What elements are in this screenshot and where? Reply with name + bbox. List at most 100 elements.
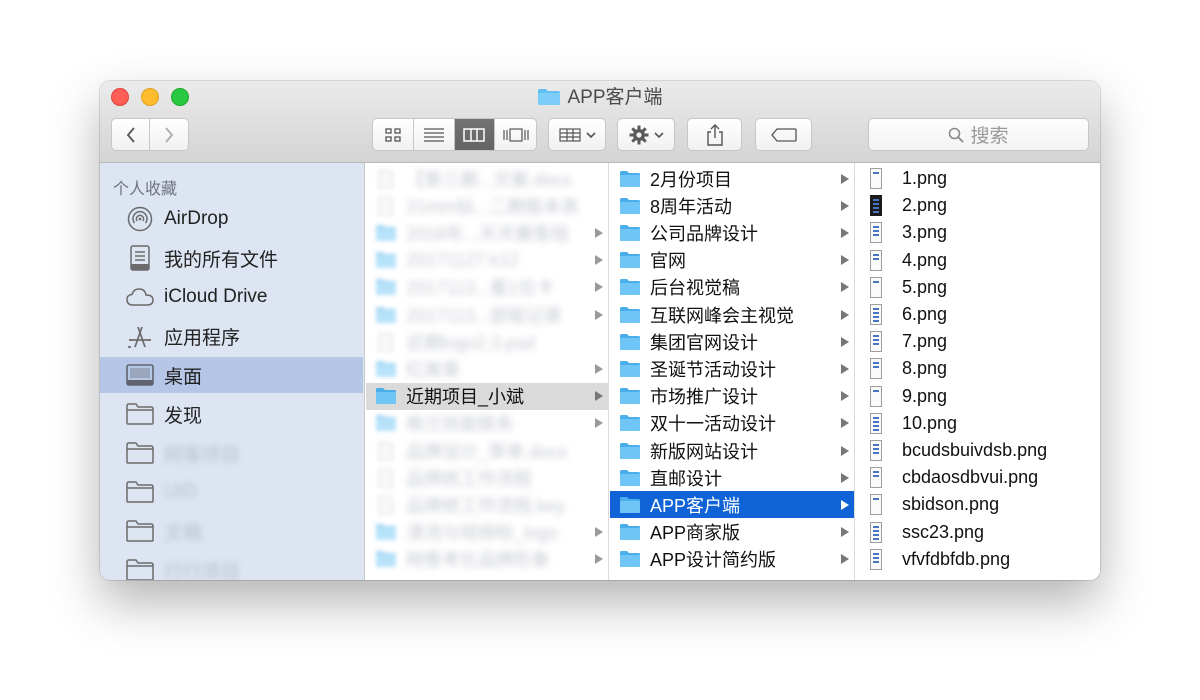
sidebar-item-discover[interactable]: 发现	[100, 396, 363, 432]
sidebar-item-folder[interactable]: 行行项目	[100, 552, 363, 580]
file-row[interactable]: 6.png	[856, 301, 1100, 328]
folder-row[interactable]: 圣诞节活动设计	[610, 355, 854, 382]
forward-button[interactable]	[150, 119, 188, 150]
file-row[interactable]: 品牌设计_草单.docx	[366, 437, 608, 464]
folder-row[interactable]: 官网	[610, 247, 854, 274]
file-row[interactable]: 2017113...看1位卡	[366, 274, 608, 301]
sidebar-item-desktop[interactable]: 桌面	[100, 357, 363, 393]
folder-row[interactable]: 市场推广设计	[610, 383, 854, 410]
file-row[interactable]: 9.png	[856, 383, 1100, 410]
disclosure-arrow-icon	[841, 499, 849, 510]
folder-row[interactable]: APP设计简约版	[610, 546, 854, 573]
folder-icon	[619, 196, 641, 216]
file-row[interactable]: 3.png	[856, 219, 1100, 246]
sidebar-item-folder[interactable]: UID	[100, 474, 363, 510]
item-label: 3.png	[902, 222, 948, 243]
chevron-down-icon	[585, 131, 596, 138]
folder-row[interactable]: 后台视觉稿	[610, 274, 854, 301]
file-row[interactable]: 1.png	[856, 165, 1100, 192]
arrange-button[interactable]	[548, 118, 606, 151]
folder-row[interactable]: APP商家版	[610, 519, 854, 546]
file-row[interactable]: 4.png	[856, 247, 1100, 274]
item-label: 公司品牌设计	[650, 223, 758, 244]
file-row[interactable]: 2.png	[856, 192, 1100, 219]
item-label: 官网	[650, 251, 686, 272]
file-row[interactable]: cbdaosdbvui.png	[856, 464, 1100, 491]
folder-icon	[619, 250, 641, 270]
file-row[interactable]: 2016年...天天搬客组	[366, 219, 608, 246]
item-label: sbidson.png	[902, 494, 1000, 515]
cover-flow-view-button[interactable]	[495, 119, 536, 150]
file-row[interactable]: 格兰技能联系	[366, 410, 608, 437]
png-file-icon	[870, 467, 882, 489]
file-row[interactable]: vfvfdbfdb.png	[856, 546, 1100, 573]
sidebar-item-all-files[interactable]: 我的所有文件	[100, 240, 363, 276]
folder-icon	[537, 88, 561, 114]
file-row[interactable]: 8.png	[856, 355, 1100, 382]
folder-row[interactable]: 新版网站设计	[610, 437, 854, 464]
sidebar-item-icloud-drive[interactable]: iCloud Drive	[100, 279, 363, 315]
folder-icon	[619, 169, 641, 189]
folder-icon	[375, 386, 397, 406]
item-label: APP商家版	[650, 523, 741, 544]
file-row[interactable]: 近期logo2.3.psd	[366, 328, 608, 355]
file-row[interactable]: 7.png	[856, 328, 1100, 355]
folder-row[interactable]: APP客户端	[610, 491, 854, 519]
sidebar-item-folder[interactable]: 网客项目	[100, 435, 363, 471]
item-label: 后台视觉稿	[650, 278, 740, 299]
file-row[interactable]: 10.png	[856, 410, 1100, 437]
sidebar-item-applications[interactable]: 应用程序	[100, 318, 363, 354]
cloud-icon	[126, 283, 154, 311]
file-row[interactable]: 红离章	[366, 355, 608, 382]
png-file-icon	[870, 304, 882, 325]
sidebar-item-folder[interactable]: 文稿	[100, 513, 363, 549]
share-icon	[706, 123, 723, 146]
file-row[interactable]: 2017113...部版记录	[366, 301, 608, 328]
item-label: 4.png	[902, 249, 948, 270]
action-button[interactable]	[617, 118, 675, 151]
back-button[interactable]	[112, 119, 150, 150]
icon-view-button[interactable]	[373, 119, 414, 150]
folder-row[interactable]: 互联网峰会主视觉	[610, 301, 854, 328]
file-row[interactable]: 【第三期...文案.docx	[366, 165, 608, 192]
item-label: bcudsbuivdsb.png	[902, 440, 1048, 460]
item-label: 市场推广设计	[650, 387, 758, 408]
folder-row[interactable]: 2月份项目	[610, 165, 854, 192]
file-row[interactable]: 漂流与视频标_logo	[366, 519, 608, 546]
item-label: 漂流与视频标_logo	[406, 523, 559, 544]
png-file-icon	[870, 440, 882, 461]
png-file-icon	[870, 222, 882, 244]
folder-icon	[619, 468, 641, 488]
file-row[interactable]: bcudsbuivdsb.png	[856, 437, 1100, 464]
file-row[interactable]: ssc23.png	[856, 519, 1100, 546]
file-row[interactable]: 20171127.k12	[366, 247, 608, 274]
file-row[interactable]: 21mm钻...二期版本表	[366, 192, 608, 219]
file-row[interactable]: 近期项目_小斌	[366, 382, 608, 410]
folder-row[interactable]: 集团官网设计	[610, 328, 854, 355]
item-label: 品牌统工作流程.key	[406, 495, 566, 516]
file-row[interactable]: 网客考社品牌形象	[366, 546, 608, 573]
disclosure-arrow-icon	[595, 527, 603, 538]
browser-column-3: 1.png 2.png 3.png 4.png 5.png 6.png 7.png 8.png…	[856, 163, 1100, 580]
tags-button[interactable]	[755, 118, 812, 151]
column-view-button[interactable]	[454, 119, 496, 150]
list-view-button[interactable]	[414, 119, 455, 150]
sidebar-item-label: 我的所有文件	[164, 249, 279, 271]
folder-row[interactable]: 公司品牌设计	[610, 219, 854, 246]
file-row[interactable]: sbidson.png	[856, 491, 1100, 518]
folder-row[interactable]: 双十一活动设计	[610, 410, 854, 437]
item-label: 近期logo2.3.psd	[406, 332, 536, 353]
file-row[interactable]: 品牌统工作流程	[366, 464, 608, 491]
folder-row[interactable]: 8周年活动	[610, 192, 854, 219]
item-label: 20171127.k12	[406, 249, 519, 270]
sidebar-item-airdrop[interactable]: AirDrop	[100, 201, 363, 237]
share-button[interactable]	[687, 118, 742, 151]
disclosure-arrow-icon	[841, 336, 849, 347]
folder-row[interactable]: 直邮设计	[610, 464, 854, 491]
file-row[interactable]: 5.png	[856, 274, 1100, 301]
item-label: APP客户端	[650, 495, 741, 516]
item-label: cbdaosdbvui.png	[902, 467, 1039, 488]
search-field[interactable]: 搜索	[868, 118, 1089, 151]
item-label: ssc23.png	[902, 521, 985, 542]
file-row[interactable]: 品牌统工作流程.key	[366, 491, 608, 518]
